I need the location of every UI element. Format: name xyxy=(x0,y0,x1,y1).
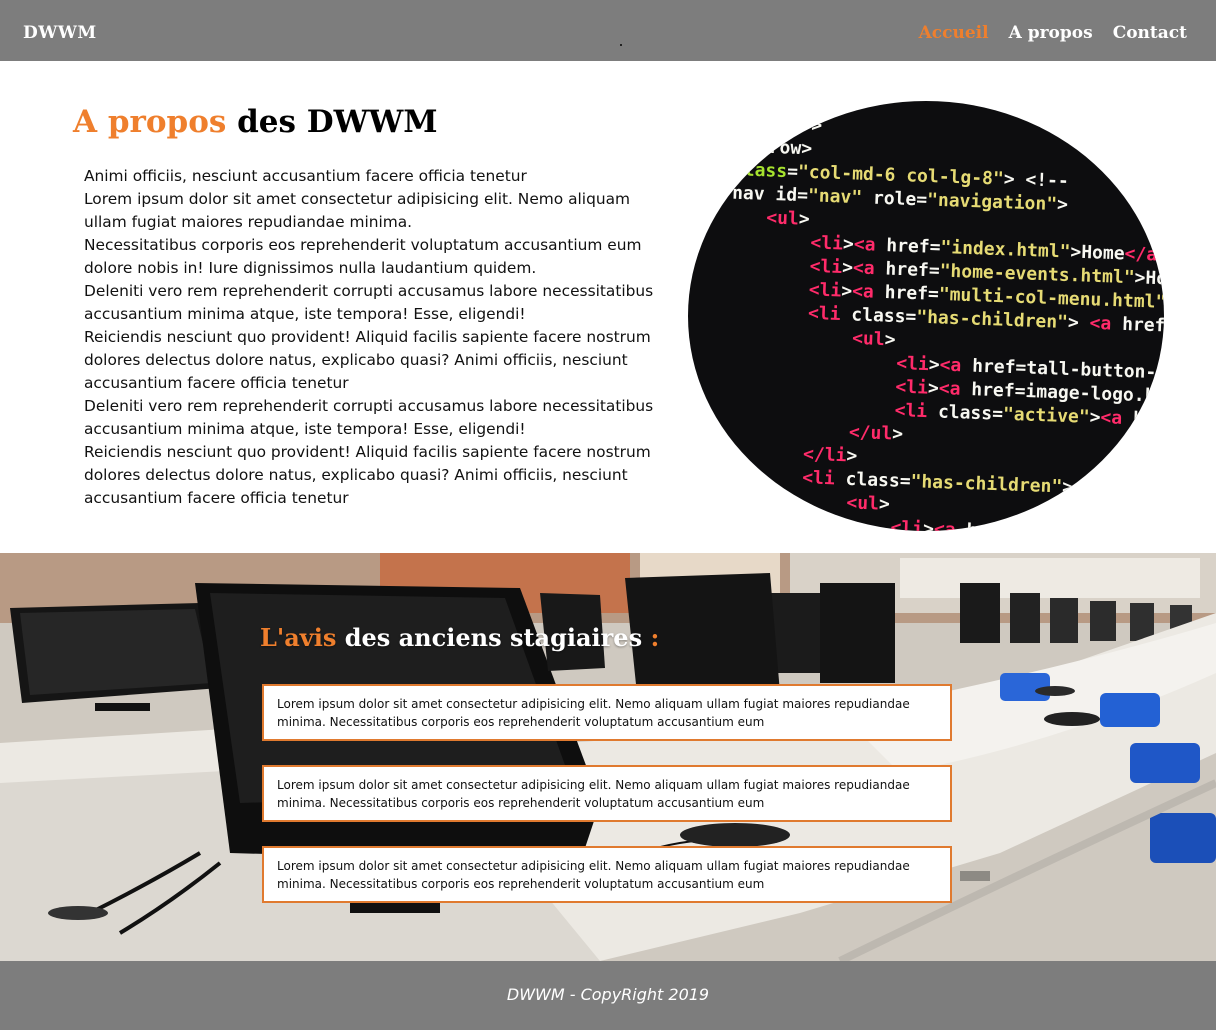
reviews-title: L'avis des anciens stagiaires : xyxy=(260,623,659,652)
footer-copyright: DWWM - CopyRight 2019 xyxy=(506,985,710,1004)
code-lines-graphic: er>row>class="col-md-6 col-lg-8"> <!--na… xyxy=(732,114,1164,531)
nav-link-accueil[interactable]: Accueil xyxy=(919,23,989,43)
about-paragraph: Animi officiis, nesciunt accusantium fac… xyxy=(84,167,654,507)
reviews-title-colon: : xyxy=(650,623,660,652)
review-card: Lorem ipsum dolor sit amet consectetur a… xyxy=(262,684,952,741)
nav-link-contact[interactable]: Contact xyxy=(1113,23,1187,43)
code-line: <ul> xyxy=(852,328,896,351)
reviews-title-highlight: L'avis xyxy=(260,623,337,652)
decorative-dot xyxy=(620,44,622,46)
testimonials-section: L'avis des anciens stagiaires : Lorem ip… xyxy=(0,553,1216,961)
review-card: Lorem ipsum dolor sit amet consectetur a… xyxy=(262,765,952,822)
code-line: </li> xyxy=(803,444,858,467)
reviews-title-rest: des anciens stagiaires xyxy=(336,623,651,652)
code-line: </ul> xyxy=(849,422,904,445)
code-line: <li><a href= xyxy=(890,517,1021,531)
site-logo[interactable]: DWWM xyxy=(23,23,97,43)
code-screenshot-image: er> row> class="col-md-6 col-lg-8"> <!-- na… xyxy=(688,101,1164,531)
main-nav: Accueil A propos Contact xyxy=(919,23,1187,43)
code-line: row> xyxy=(768,137,812,160)
about-title-highlight: A propos xyxy=(73,104,227,140)
about-title: A propos des DWWM xyxy=(73,104,438,140)
about-title-rest: des DWWM xyxy=(226,104,438,140)
site-header: DWWM Accueil A propos Contact xyxy=(0,0,1216,61)
code-line: <ul> xyxy=(766,207,810,230)
site-footer: DWWM - CopyRight 2019 xyxy=(0,961,1216,1030)
nav-link-a-propos[interactable]: A propos xyxy=(1009,23,1093,43)
review-card: Lorem ipsum dolor sit amet consectetur a… xyxy=(262,846,952,903)
code-line: er> xyxy=(789,114,822,136)
code-line: <ul> xyxy=(846,492,890,515)
